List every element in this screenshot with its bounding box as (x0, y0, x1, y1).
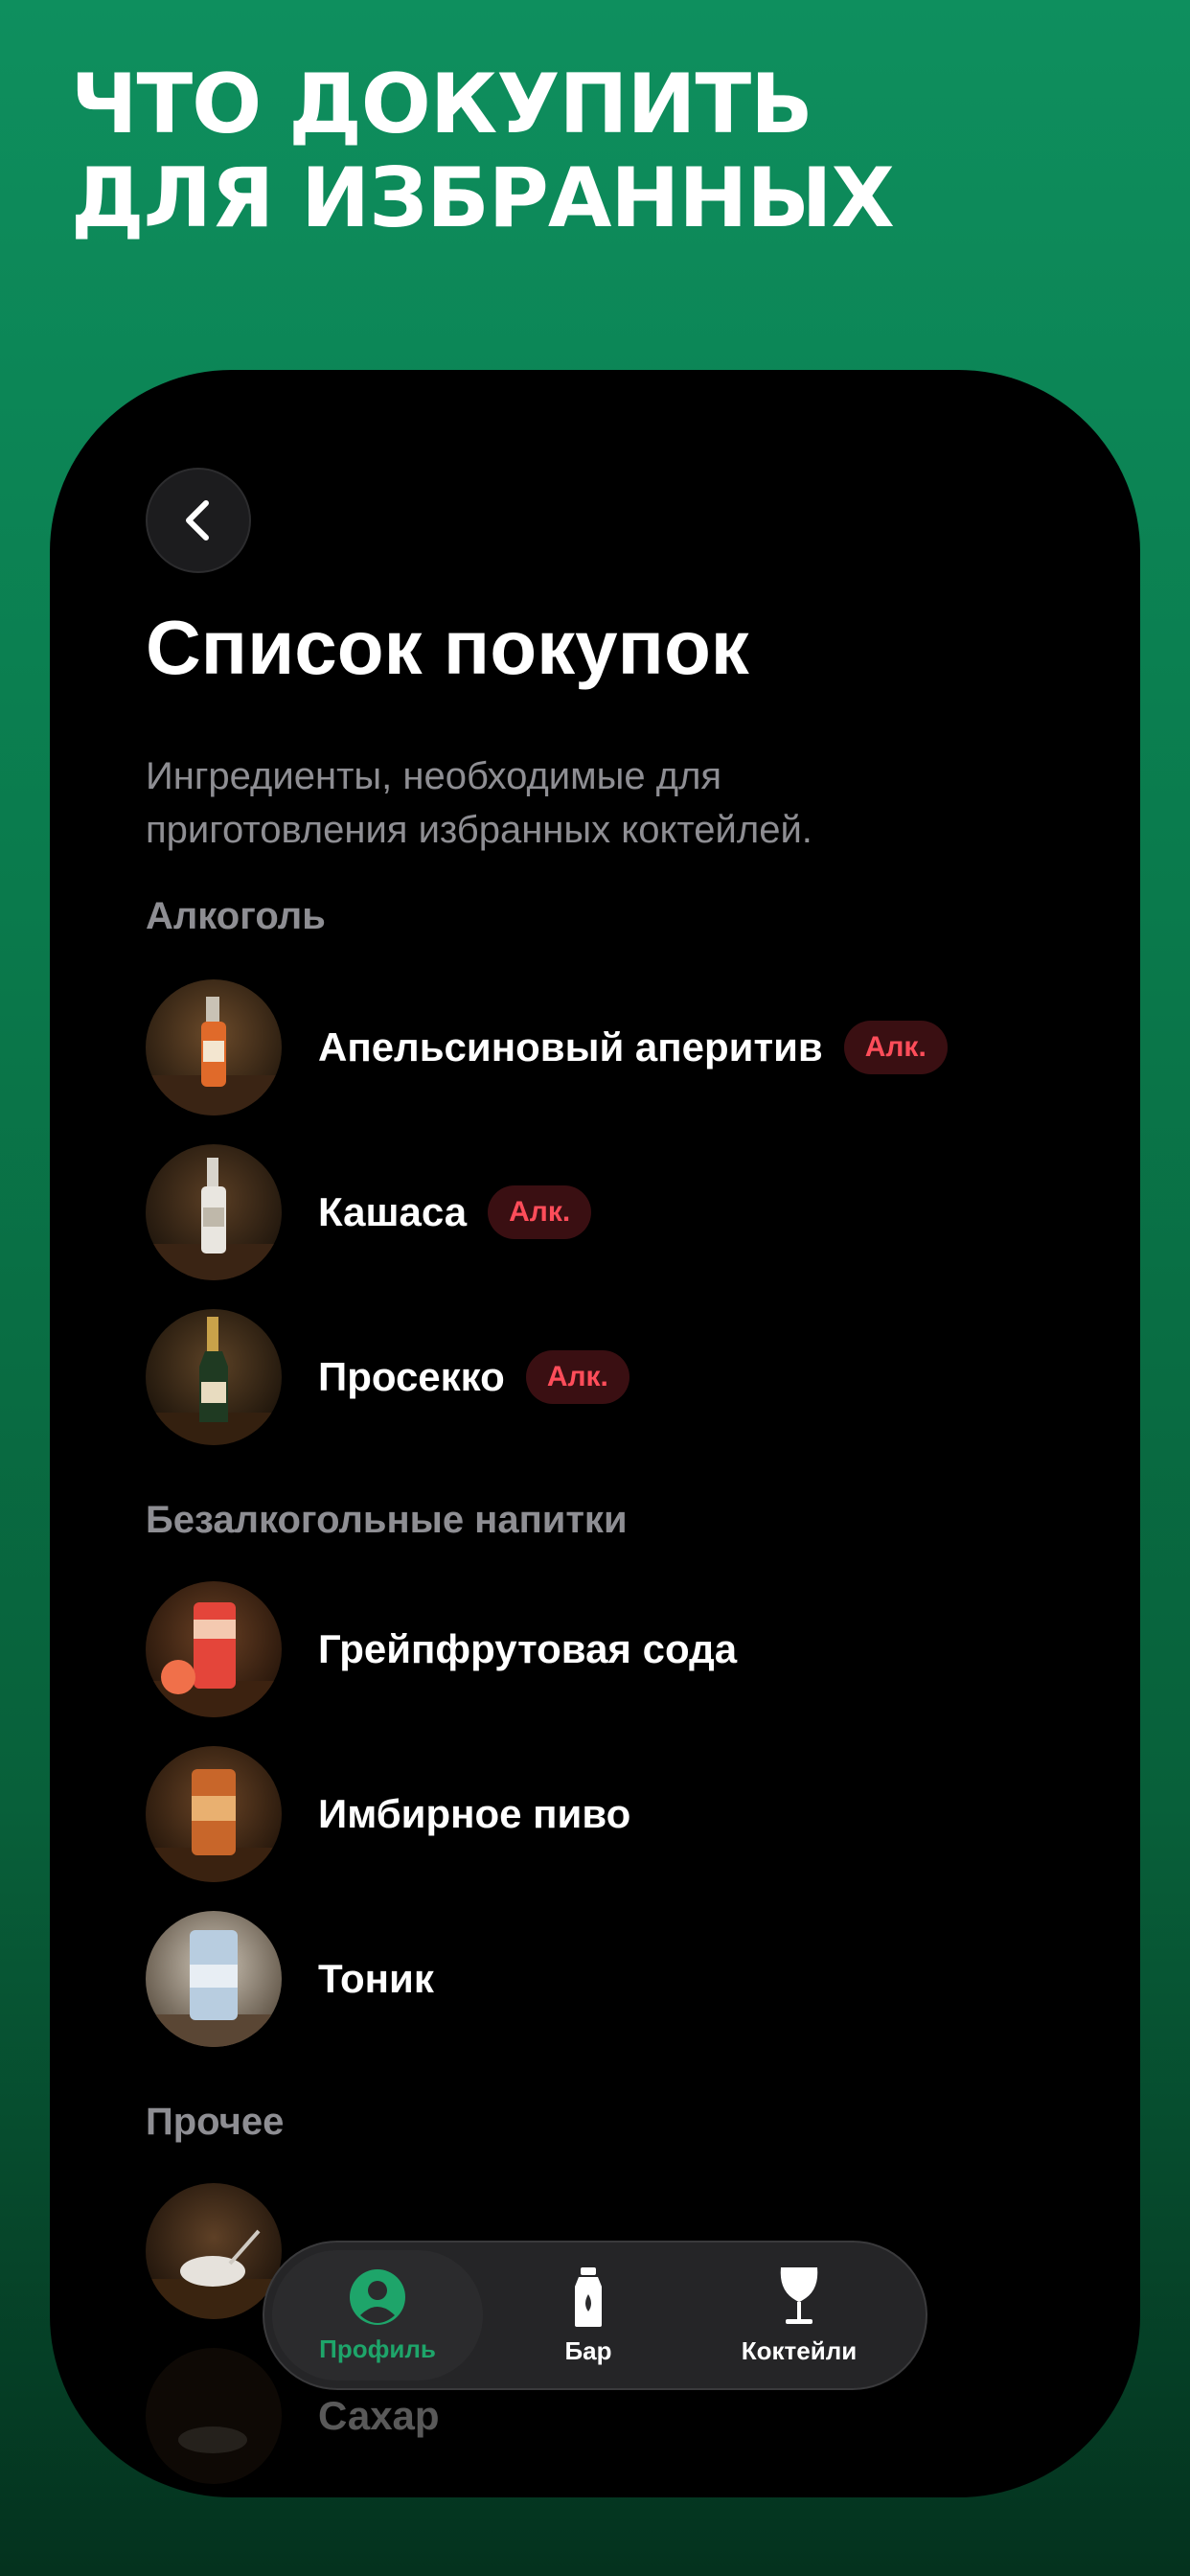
list-item[interactable]: Тоник (146, 1911, 434, 2047)
list-item[interactable] (146, 2183, 282, 2319)
alcohol-badge: Алк. (843, 1021, 948, 1074)
profile-icon (350, 2268, 405, 2325)
bottle-icon (575, 2266, 602, 2327)
item-thumbnail (146, 1144, 282, 1280)
section-header-non-alcoholic: Безалкогольные напитки (146, 1499, 628, 1541)
tab-cocktails-label: Коктейли (741, 2335, 858, 2365)
chevron-left-icon (186, 500, 209, 540)
item-name: Сахар (318, 2393, 440, 2438)
list-item[interactable]: Грейпфрутовая сода (146, 1581, 737, 1717)
section-header-other: Прочее (146, 2101, 285, 2143)
tab-bar: Профиль Бар Коктейли (263, 2241, 927, 2390)
tab-bar-label: Бар (564, 2335, 612, 2365)
tab-profile[interactable]: Профиль (272, 2250, 483, 2380)
wine-glass-icon (780, 2266, 818, 2324)
item-thumbnail (146, 2348, 282, 2484)
alcohol-badge: Алк. (525, 1350, 629, 1404)
item-thumbnail (146, 979, 282, 1116)
back-button[interactable] (146, 468, 251, 573)
phone-screen: Список покупок Ингредиенты, необходимые … (50, 370, 1140, 2497)
list-item[interactable]: Кашаса Алк. (146, 1144, 592, 1280)
list-item[interactable]: Просекко Алк. (146, 1309, 629, 1445)
item-name: Кашаса (318, 1189, 468, 1234)
item-thumbnail (146, 1581, 282, 1717)
list-item[interactable]: Имбирное пиво (146, 1746, 630, 1882)
item-thumbnail (146, 1911, 282, 2047)
section-header-alcohol: Алкоголь (146, 895, 326, 937)
item-thumbnail (146, 1309, 282, 1445)
item-name: Апельсиновый аперитив (318, 1024, 823, 1070)
alcohol-badge: Алк. (488, 1185, 592, 1239)
tab-cocktails[interactable]: Коктейли (694, 2250, 904, 2380)
promo-headline: ЧТО ДОКУПИТЬ ДЛЯ ИЗБРАННЫХ (71, 57, 895, 246)
tab-profile-label: Профиль (319, 2334, 436, 2363)
tab-bar[interactable]: Бар (483, 2250, 694, 2380)
item-name: Тоник (318, 1956, 434, 2001)
promo-line-2: ДЛЯ ИЗБРАННЫХ (71, 150, 895, 246)
promo-line-1: ЧТО ДОКУПИТЬ (71, 57, 813, 152)
page-title: Список покупок (146, 605, 749, 690)
item-name: Просекко (318, 1354, 505, 1399)
page-subtitle: Ингредиенты, необходимые для приготовлен… (146, 755, 812, 851)
item-name: Имбирное пиво (318, 1791, 631, 1836)
list-item[interactable]: Апельсиновый аперитив Алк. (146, 979, 948, 1116)
item-name: Грейпфрутовая сода (318, 1626, 738, 1671)
item-thumbnail (146, 2183, 282, 2319)
item-thumbnail (146, 1746, 282, 1882)
